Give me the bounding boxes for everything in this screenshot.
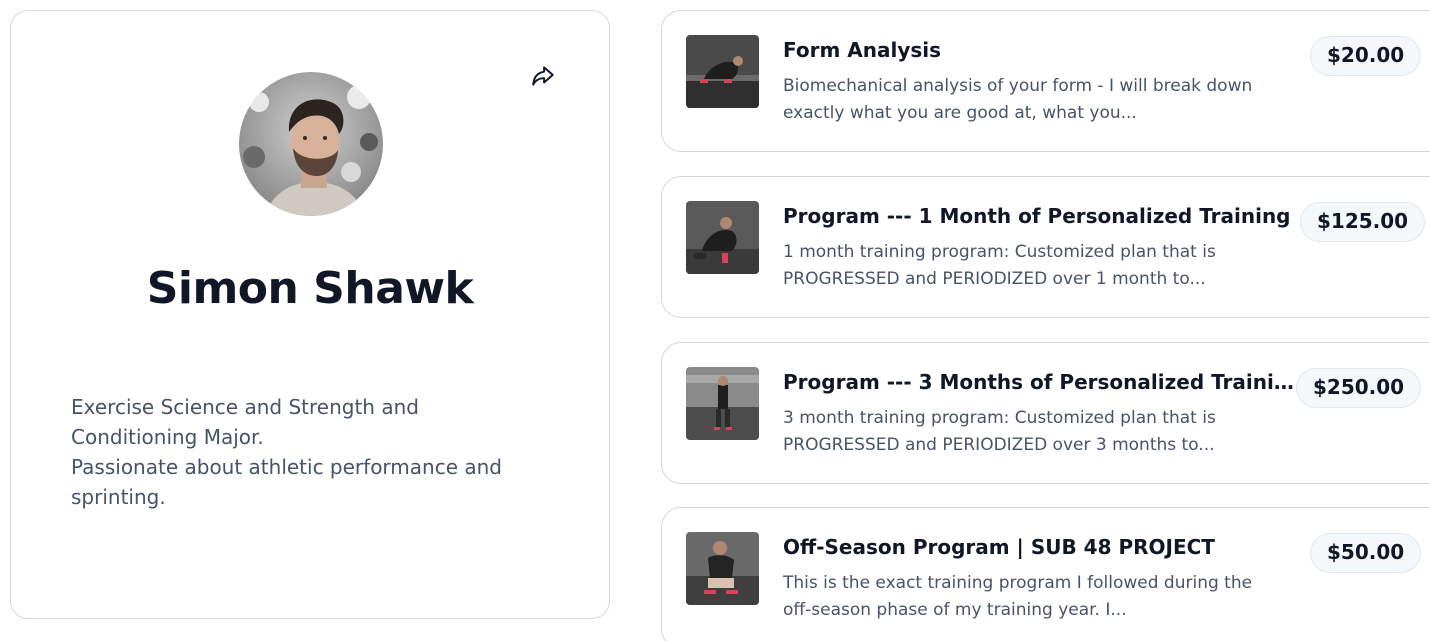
product-title: Off-Season Program | SUB 48 PROJECT [783, 535, 1215, 559]
avatar [239, 72, 383, 216]
price-badge: $250.00 [1296, 368, 1422, 408]
share-icon [532, 66, 554, 86]
price-badge: $50.00 [1310, 533, 1422, 573]
price-badge: $125.00 [1300, 202, 1426, 242]
product-card-form-analysis[interactable]: Form Analysis Biomechanical analysis of … [661, 10, 1430, 152]
price-badge: $20.00 [1310, 36, 1422, 76]
profile-bio: Exercise Science and Strength and Condit… [71, 392, 541, 512]
product-thumbnail [686, 201, 759, 274]
product-thumbnail [686, 367, 759, 440]
product-description: Biomechanical analysis of your form - I … [783, 76, 1253, 123]
product-card-1-month-program[interactable]: Program --- 1 Month of Personalized Trai… [661, 176, 1430, 318]
product-description: This is the exact training program I fol… [783, 573, 1253, 620]
product-description: 3 month training program: Customized pla… [783, 408, 1216, 455]
profile-card: Simon Shawk Exercise Science and Strengt… [10, 10, 610, 619]
product-title: Program --- 3 Months of Personalized Tra… [783, 370, 1295, 394]
product-thumbnail [686, 35, 759, 108]
page: Simon Shawk Exercise Science and Strengt… [0, 0, 1430, 641]
product-description: 1 month training program: Customized pla… [783, 242, 1216, 289]
product-title: Program --- 1 Month of Personalized Trai… [783, 204, 1291, 228]
product-card-3-months-program[interactable]: Program --- 3 Months of Personalized Tra… [661, 342, 1430, 484]
bio-line: Passionate about athletic performance an… [71, 455, 503, 509]
product-title: Form Analysis [783, 38, 942, 62]
share-button[interactable] [528, 61, 558, 91]
profile-name: Simon Shawk [146, 263, 474, 314]
bio-line: Exercise Science and Strength and Condit… [71, 395, 419, 449]
product-thumbnail [686, 532, 759, 605]
product-card-off-season-program[interactable]: Off-Season Program | SUB 48 PROJECT This… [661, 507, 1430, 641]
